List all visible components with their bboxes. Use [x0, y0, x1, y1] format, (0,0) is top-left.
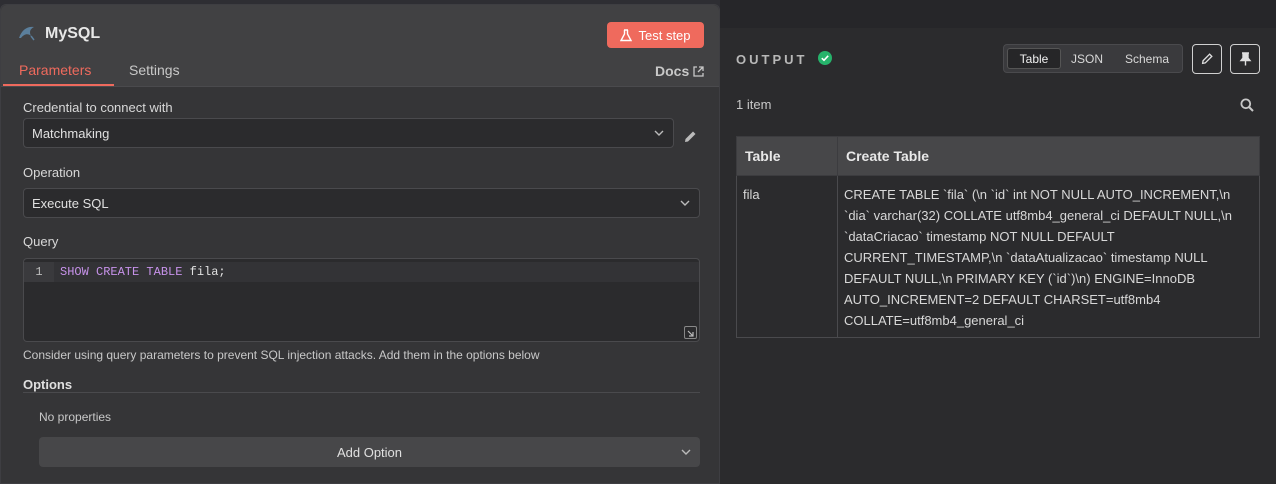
- operation-select[interactable]: Execute SQL: [23, 188, 700, 218]
- view-json-button[interactable]: JSON: [1062, 48, 1112, 69]
- test-step-button[interactable]: Test step: [607, 22, 704, 48]
- node-parameters-panel: MySQL Test step Parameters Settings Docs…: [0, 4, 720, 484]
- view-switcher: Table JSON Schema: [1003, 44, 1183, 73]
- output-panel: OUTPUT Table JSON Schema 1 item Table Cr…: [720, 28, 1276, 484]
- table-cell: fila: [736, 175, 838, 338]
- docs-link[interactable]: Docs: [655, 63, 704, 79]
- column-header: Create Table: [837, 136, 1260, 176]
- operation-value: Execute SQL: [32, 195, 109, 211]
- tab-settings[interactable]: Settings: [129, 62, 180, 78]
- add-option-button[interactable]: Add Option: [39, 437, 700, 467]
- search-icon[interactable]: [1240, 98, 1254, 112]
- credential-value: Matchmaking: [32, 125, 110, 141]
- table-cell: CREATE TABLE `fila` (\n `id` int NOT NUL…: [837, 175, 1260, 338]
- pin-data-button[interactable]: [1230, 44, 1260, 74]
- chevron-down-icon: [654, 130, 664, 136]
- sql-keyword: SHOW CREATE TABLE: [60, 265, 183, 279]
- item-count: 1 item: [736, 97, 772, 112]
- pin-icon: [1239, 52, 1251, 66]
- credential-select[interactable]: Matchmaking: [23, 118, 674, 148]
- tab-parameters[interactable]: Parameters: [19, 62, 91, 78]
- credential-label: Credential to connect with: [23, 100, 173, 115]
- pencil-icon: [1201, 53, 1213, 65]
- mysql-dolphin-icon: [19, 26, 35, 41]
- chevron-down-icon: [681, 449, 691, 455]
- active-tab-indicator: [3, 84, 114, 86]
- output-title: OUTPUT: [736, 52, 808, 67]
- sql-injection-hint: Consider using query parameters to preve…: [23, 348, 540, 362]
- output-table: Table Create Table fila CREATE TABLE `fi…: [736, 136, 1260, 338]
- line-number: 1: [24, 262, 54, 282]
- operation-label: Operation: [23, 165, 81, 180]
- panel-header: MySQL Test step Parameters Settings Docs: [1, 5, 719, 87]
- view-schema-button[interactable]: Schema: [1114, 48, 1180, 69]
- edit-output-button[interactable]: [1192, 44, 1222, 74]
- add-option-label: Add Option: [336, 444, 403, 460]
- expand-editor-icon[interactable]: [684, 326, 697, 339]
- sql-argument: fila;: [182, 265, 226, 279]
- node-title: MySQL: [45, 25, 101, 42]
- no-properties-text: No properties: [39, 410, 112, 424]
- chevron-down-icon: [680, 200, 690, 206]
- docs-label: Docs: [655, 63, 690, 79]
- options-divider: [23, 392, 700, 393]
- check-circle-icon: [818, 51, 832, 65]
- query-code[interactable]: SHOW CREATE TABLE fila;: [60, 262, 226, 282]
- edit-credential-icon[interactable]: [682, 129, 698, 145]
- test-step-label: Test step: [638, 27, 691, 43]
- query-editor[interactable]: 1 SHOW CREATE TABLE fila;: [23, 258, 700, 342]
- flask-icon: [620, 28, 633, 41]
- table-row: fila CREATE TABLE `fila` (\n `id` int NO…: [736, 175, 1260, 338]
- view-table-button[interactable]: Table: [1007, 48, 1061, 69]
- options-label: Options: [23, 377, 73, 392]
- resize-arrow-icon: [687, 330, 694, 337]
- table-header-row: Table Create Table: [736, 136, 1260, 176]
- query-label: Query: [23, 234, 59, 249]
- canvas-topbar-right: [720, 0, 1276, 28]
- external-link-icon: [693, 65, 704, 77]
- column-header: Table: [736, 136, 838, 176]
